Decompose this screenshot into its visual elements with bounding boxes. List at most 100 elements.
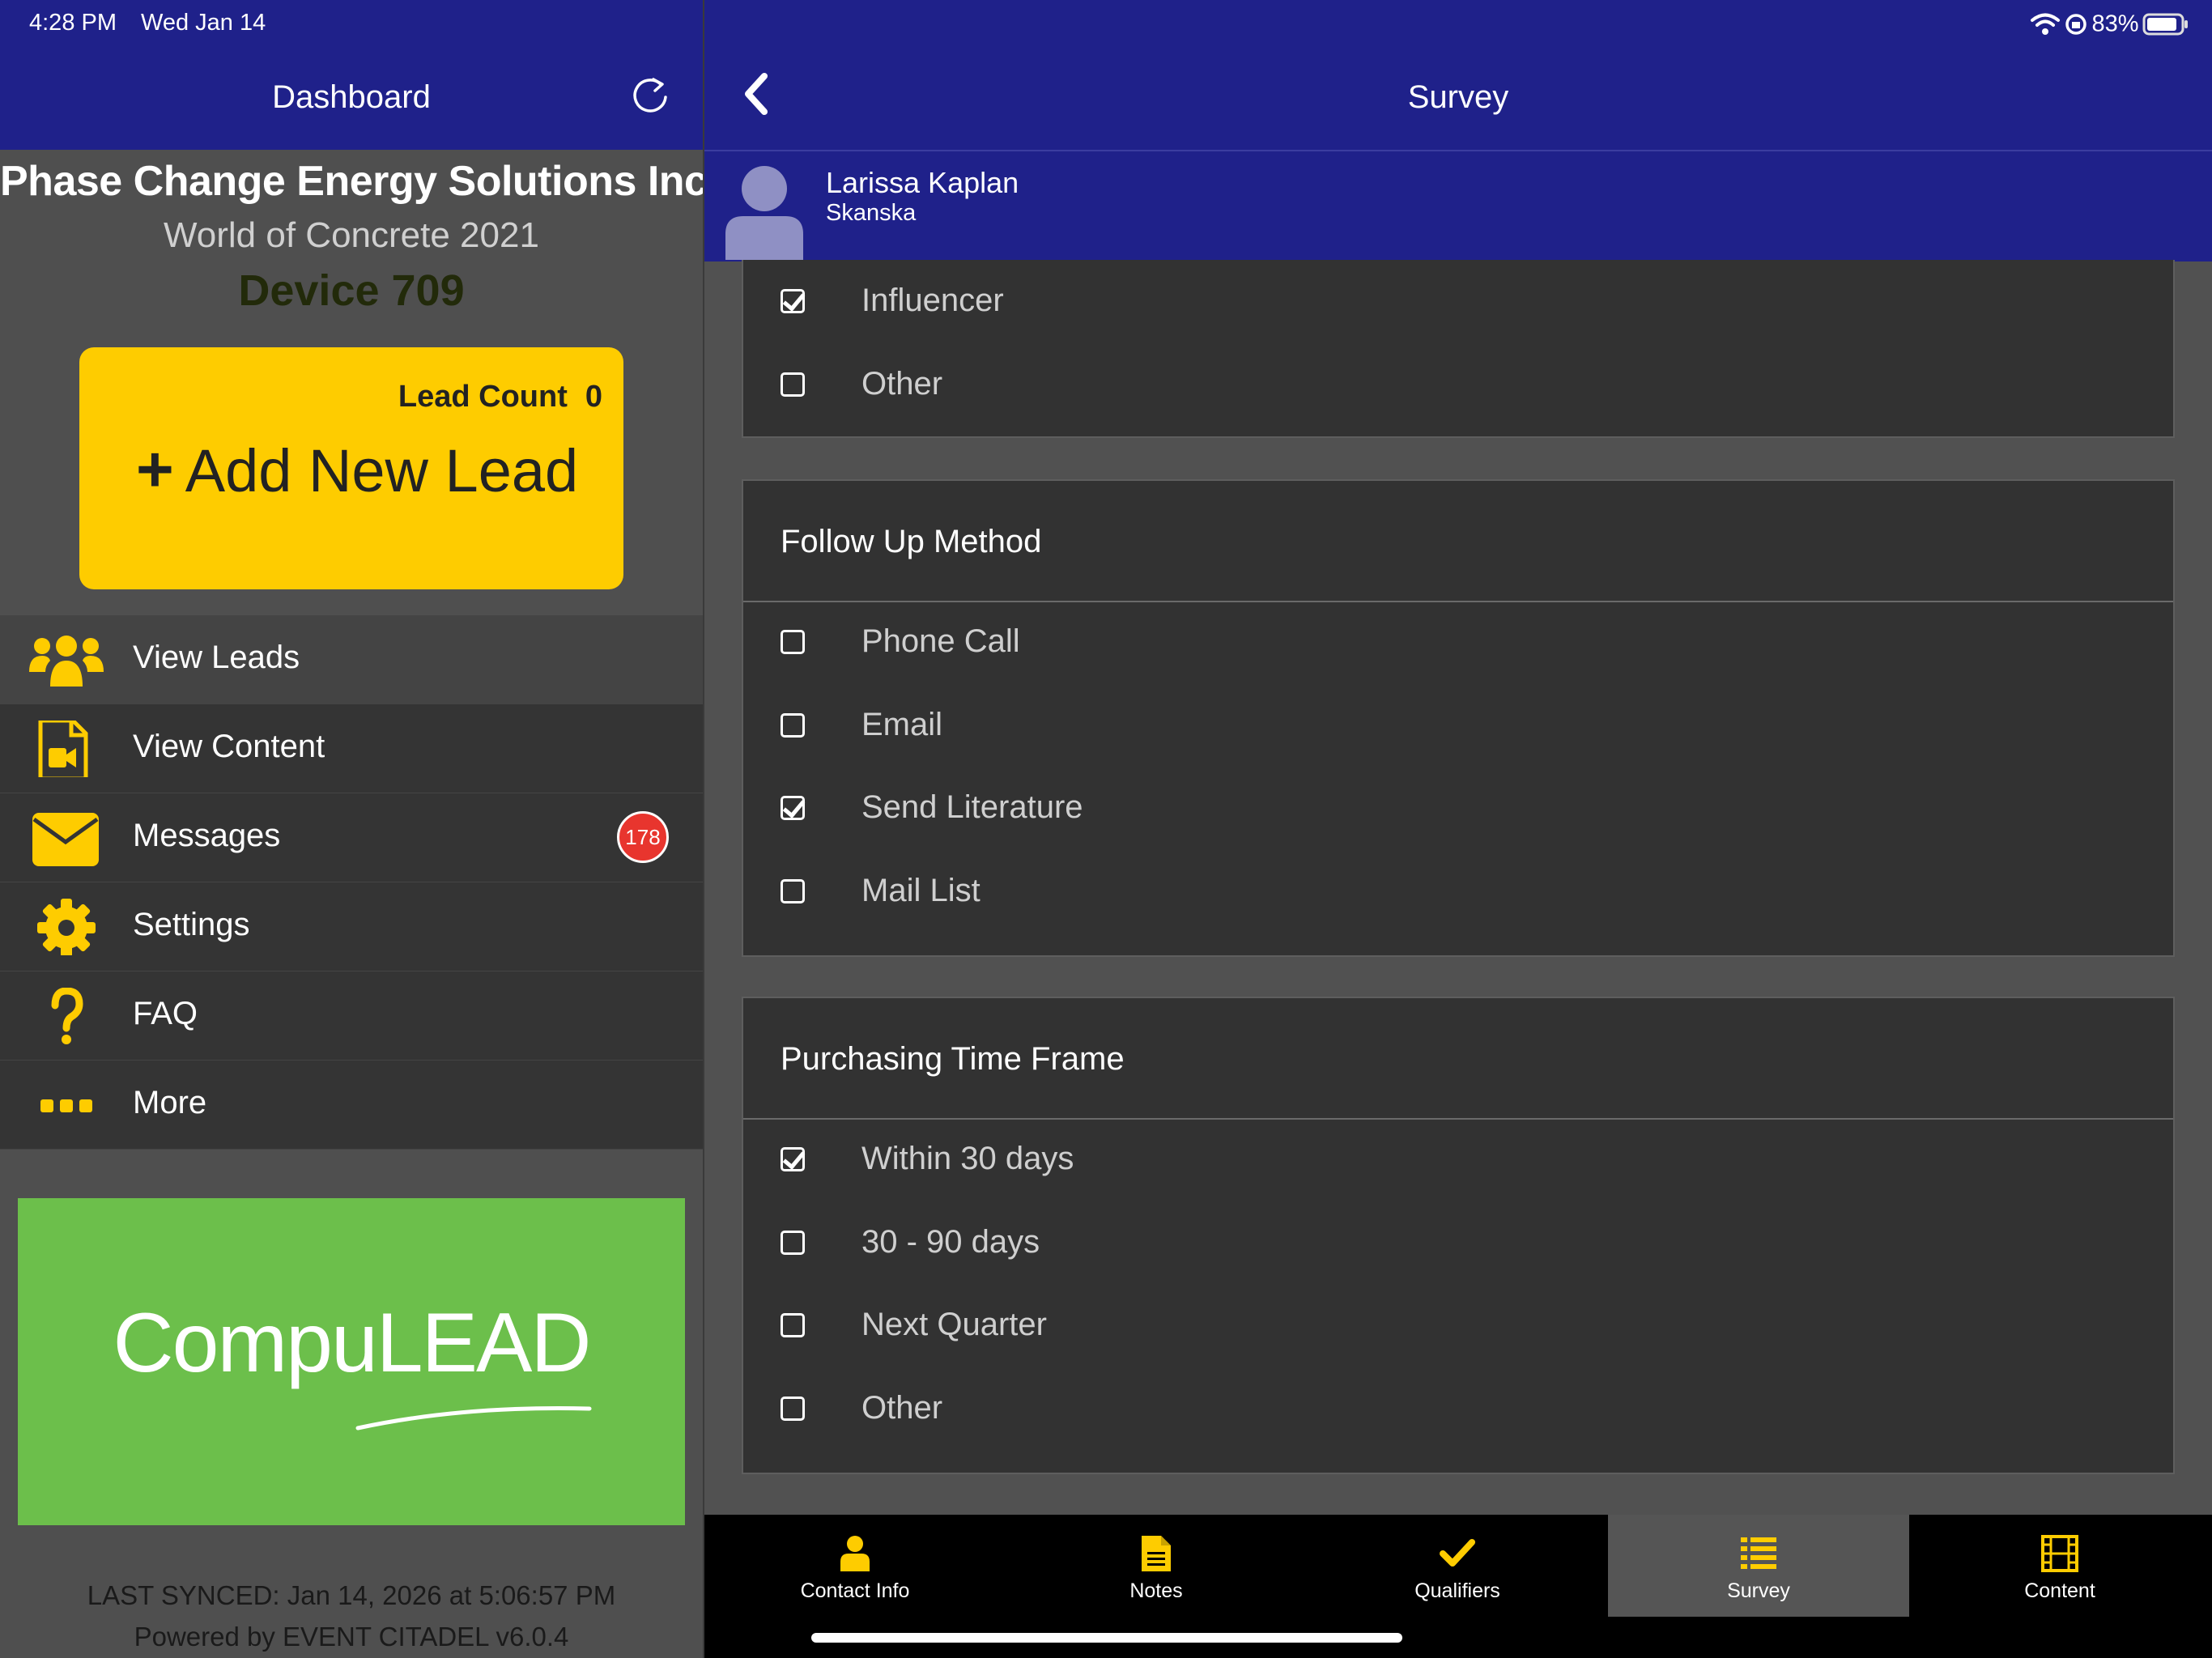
event-name: World of Concrete 2021 — [164, 215, 539, 255]
dashboard-panel: 4:28 PM Wed Jan 14 Dashboard Phase Chang… — [0, 0, 719, 1658]
survey-panel: Survey 83% Larissa Kaplan Skanska Influe… — [704, 0, 2212, 1658]
survey-card-purchasing-time-frame: Purchasing Time Frame Within 30 days 30 … — [742, 997, 2175, 1474]
status-date: Wed Jan 14 — [141, 10, 266, 36]
survey-content: Influencer Other Follow Up Method Phone … — [704, 260, 2212, 1515]
menu-item-faq[interactable]: FAQ — [0, 971, 703, 1061]
survey-option-label: Within 30 days — [861, 1141, 1074, 1176]
survey-option[interactable]: Other — [743, 1369, 2173, 1452]
survey-option[interactable]: 30 - 90 days — [743, 1203, 2173, 1286]
survey-option-label: Other — [861, 365, 943, 402]
menu-item-view-leads[interactable]: View Leads — [0, 615, 703, 704]
survey-option-label: Mail List — [861, 872, 981, 908]
checkbox-icon[interactable] — [781, 372, 805, 397]
lead-count: Lead Count 0 — [398, 380, 602, 414]
menu-item-settings[interactable]: Settings — [0, 882, 703, 971]
envelope-icon — [32, 813, 99, 866]
refresh-icon[interactable] — [628, 73, 674, 118]
tab-notes[interactable]: Notes — [1006, 1515, 1307, 1617]
survey-header: Survey 83% — [704, 0, 2212, 150]
survey-option[interactable]: Send Literature — [743, 768, 2173, 852]
survey-option[interactable]: Email — [743, 686, 2173, 769]
list-icon — [1741, 1537, 1776, 1569]
checkbox-checked-icon[interactable] — [781, 796, 805, 820]
wifi-icon — [2030, 13, 2060, 35]
menu-item-view-content[interactable]: View Content — [0, 704, 703, 793]
avatar-icon — [725, 166, 803, 260]
checkbox-checked-icon[interactable] — [781, 289, 805, 313]
video-file-icon — [38, 721, 88, 777]
menu-item-messages[interactable]: Messages 178 — [0, 793, 703, 882]
survey-option[interactable]: Other — [743, 345, 2173, 428]
messages-badge: 178 — [617, 811, 669, 863]
dashboard-title: Dashboard — [272, 79, 431, 115]
battery-percent: 83% — [2091, 11, 2139, 37]
contact-bar: Larissa Kaplan Skanska — [704, 150, 2212, 261]
checkmark-icon — [1440, 1539, 1475, 1567]
checkbox-icon[interactable] — [781, 1396, 805, 1421]
person-icon — [840, 1536, 870, 1571]
lead-count-value: 0 — [585, 380, 602, 414]
tab-label: Contact Info — [800, 1579, 910, 1602]
tab-qualifiers[interactable]: Qualifiers — [1307, 1515, 1608, 1617]
contact-company: Skanska — [826, 200, 917, 226]
tab-label: Qualifiers — [1414, 1579, 1500, 1602]
checkbox-icon[interactable] — [781, 1230, 805, 1255]
survey-option-label: 30 - 90 days — [861, 1223, 1040, 1260]
checkbox-icon[interactable] — [781, 712, 805, 738]
document-icon — [1142, 1536, 1171, 1571]
menu-label-faq: FAQ — [133, 996, 198, 1031]
tab-label: Notes — [1129, 1579, 1183, 1602]
add-new-lead-label: + Add New Lead — [136, 432, 578, 507]
compulead-banner: CompuLEAD — [18, 1198, 685, 1525]
survey-option[interactable]: Next Quarter — [743, 1286, 2173, 1369]
status-icons: 83% — [2030, 8, 2189, 40]
survey-card-follow-up-method: Follow Up Method Phone Call Email Send L… — [742, 479, 2175, 957]
menu-label-view-leads: View Leads — [133, 640, 300, 675]
tab-contact-info[interactable]: Contact Info — [704, 1515, 1006, 1617]
menu-item-more[interactable]: More — [0, 1061, 703, 1150]
add-new-lead-button[interactable]: Lead Count 0 + Add New Lead — [79, 347, 623, 589]
tab-label: Content — [2024, 1579, 2095, 1602]
tab-survey[interactable]: Survey — [1608, 1515, 1909, 1617]
survey-option-label: Send Literature — [861, 789, 1083, 825]
survey-card-partial: Influencer Other — [742, 260, 2175, 438]
tab-content[interactable]: Content — [1909, 1515, 2210, 1617]
logo-swoosh — [355, 1406, 592, 1431]
survey-option-label: Next Quarter — [861, 1307, 1047, 1342]
home-indicator[interactable] — [811, 1633, 1402, 1643]
survey-option-label: Other — [861, 1389, 943, 1426]
bottom-tab-bar: Contact Info Notes Qualifiers Survey Con… — [704, 1515, 2212, 1617]
film-icon — [2041, 1535, 2078, 1572]
survey-option[interactable]: Phone Call — [743, 602, 2173, 686]
survey-option[interactable]: Mail List — [743, 852, 2173, 935]
battery-icon — [2142, 13, 2188, 36]
lead-count-label: Lead Count — [398, 380, 568, 414]
company-name: Phase Change Energy Solutions Inc. — [0, 158, 719, 205]
checkbox-icon[interactable] — [781, 1313, 805, 1337]
tab-label: Survey — [1727, 1579, 1790, 1602]
add-new-lead-text: Add New Lead — [185, 437, 579, 504]
checkbox-icon[interactable] — [781, 630, 805, 654]
dashboard-header: 4:28 PM Wed Jan 14 Dashboard — [0, 0, 703, 150]
status-time: 4:28 PM — [29, 10, 117, 36]
contact-name: Larissa Kaplan — [826, 166, 1019, 199]
survey-option-label: Email — [861, 706, 943, 742]
ellipsis-icon — [40, 1099, 92, 1112]
last-synced: LAST SYNCED: Jan 14, 2026 at 5:06:57 PM — [87, 1580, 616, 1610]
device-name: Device 709 — [238, 266, 465, 315]
survey-option-label: Influencer — [861, 283, 1004, 318]
dashboard-menu: View Leads View Content Messages 178 Set… — [0, 615, 703, 1150]
users-icon — [29, 636, 104, 687]
checkbox-icon[interactable] — [781, 878, 805, 903]
menu-label-view-content: View Content — [133, 729, 325, 764]
survey-option[interactable]: Within 30 days — [743, 1120, 2173, 1203]
home-indicator-area — [704, 1617, 2212, 1658]
menu-label-messages: Messages — [133, 818, 281, 853]
compulead-logo-text: CompuLEAD — [113, 1296, 592, 1390]
orientation-lock-icon — [2065, 14, 2087, 35]
plus-icon: + — [136, 433, 174, 505]
survey-card-title: Follow Up Method — [743, 481, 2173, 602]
survey-option[interactable]: Influencer — [743, 261, 2173, 345]
checkbox-checked-icon[interactable] — [781, 1147, 805, 1171]
menu-label-settings: Settings — [133, 907, 250, 942]
